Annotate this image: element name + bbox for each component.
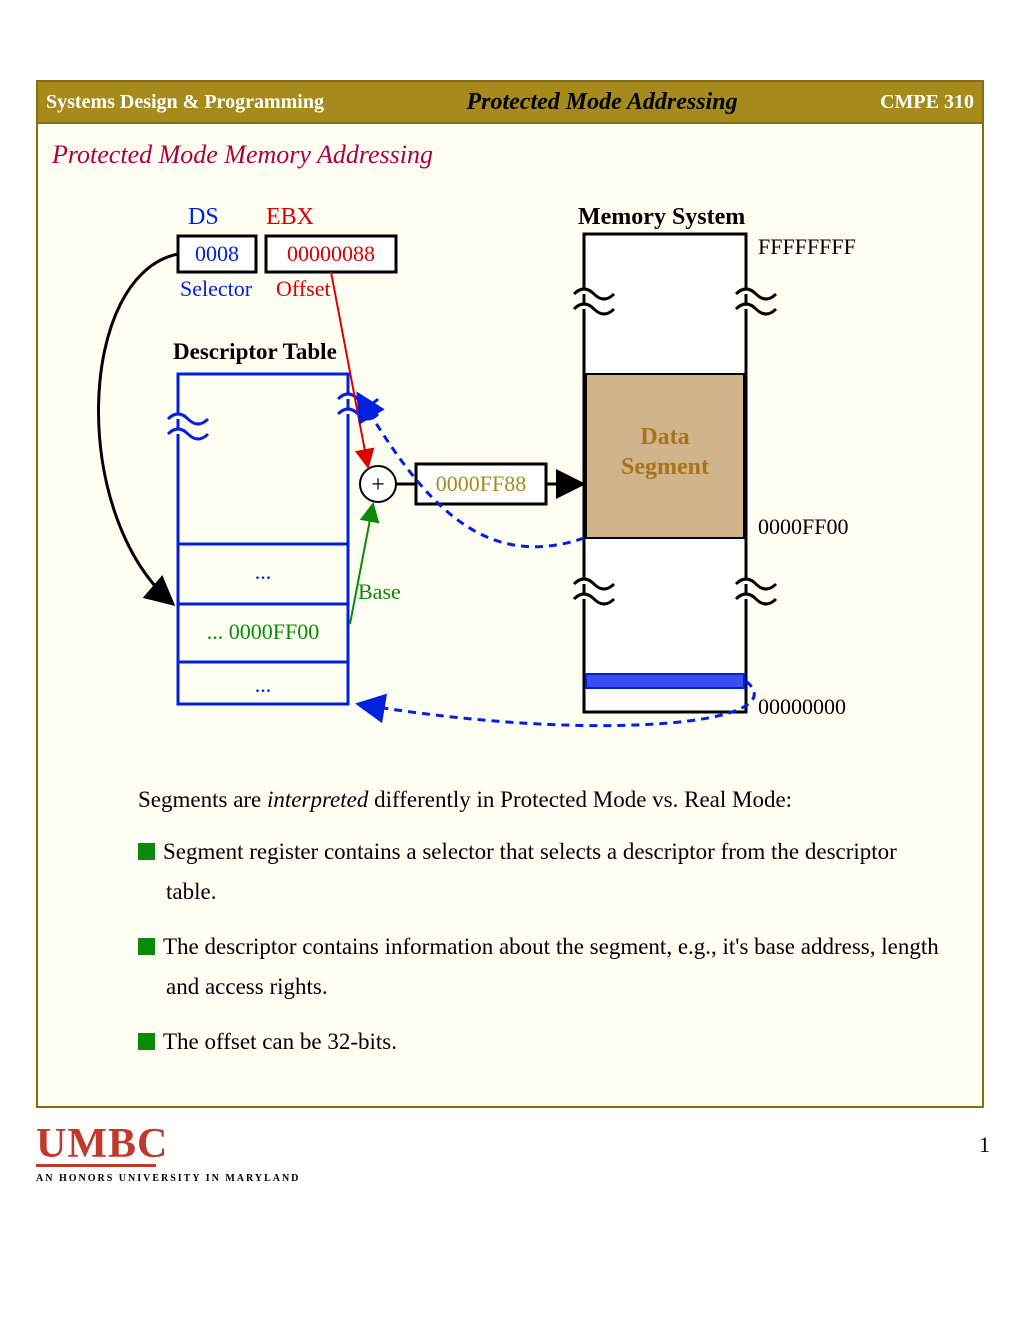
page-number: 1 xyxy=(979,1132,990,1158)
desc-ellipsis-1: ... xyxy=(255,559,272,584)
bullet-2: The descriptor contains information abou… xyxy=(138,934,948,960)
sum-value: 0000FF88 xyxy=(436,471,526,496)
title-bar: Systems Design & Programming Protected M… xyxy=(38,82,982,124)
bullet-icon xyxy=(138,843,155,860)
ds-value: 0008 xyxy=(195,241,239,266)
ebx-label: EBX xyxy=(266,204,314,230)
slide-frame: Systems Design & Programming Protected M… xyxy=(36,80,984,1108)
diagram: DS 0008 Selector EBX 00000088 Offset Des… xyxy=(38,184,986,764)
content-area: Protected Mode Memory Addressing xyxy=(38,124,982,1106)
bullet-2-cont: and access rights. xyxy=(166,974,976,1000)
memory-title: Memory System xyxy=(578,204,745,230)
desc-ellipsis-2: ... xyxy=(255,672,272,697)
desc-value-row: ... 0000FF00 xyxy=(207,619,319,644)
base-label: Base xyxy=(358,579,401,604)
mem-mid-addr: 0000FF00 xyxy=(758,514,848,539)
logo: UMBC xyxy=(36,1120,984,1167)
bullet-3: The offset can be 32-bits. xyxy=(138,1029,948,1055)
bullet-1: Segment register contains a selector tha… xyxy=(138,839,948,865)
intro-a: Segments are xyxy=(138,787,267,812)
bullet-1-cont: table. xyxy=(166,879,976,905)
data-label-2: Segment xyxy=(621,454,709,480)
data-label-1: Data xyxy=(640,424,689,450)
intro-italic: interpreted xyxy=(267,787,368,812)
header-right: CMPE 310 xyxy=(880,91,974,114)
header-left: Systems Design & Programming xyxy=(46,91,324,114)
intro-b: differently in Protected Mode vs. Real M… xyxy=(368,787,792,812)
tagline: AN HONORS UNIVERSITY IN MARYLAND xyxy=(36,1173,984,1184)
ds-caption: Selector xyxy=(180,276,253,301)
plus-icon: + xyxy=(371,472,385,498)
ds-label: DS xyxy=(188,204,219,230)
ebx-caption: Offset xyxy=(276,276,331,301)
logo-text: UMBC xyxy=(36,1121,168,1167)
intro-line: Segments are interpreted differently in … xyxy=(138,784,938,815)
mem-top-addr: FFFFFFFF xyxy=(758,234,856,259)
bullet-icon xyxy=(138,938,155,955)
footer: UMBC AN HONORS UNIVERSITY IN MARYLAND xyxy=(36,1120,984,1184)
page-subtitle: Protected Mode Memory Addressing xyxy=(52,140,433,170)
mem-bot-addr: 00000000 xyxy=(758,694,846,719)
descriptor-table-title: Descriptor Table xyxy=(173,339,337,364)
header-center: Protected Mode Addressing xyxy=(324,89,880,116)
ebx-value: 00000088 xyxy=(287,241,375,266)
bullet-icon xyxy=(138,1033,155,1050)
